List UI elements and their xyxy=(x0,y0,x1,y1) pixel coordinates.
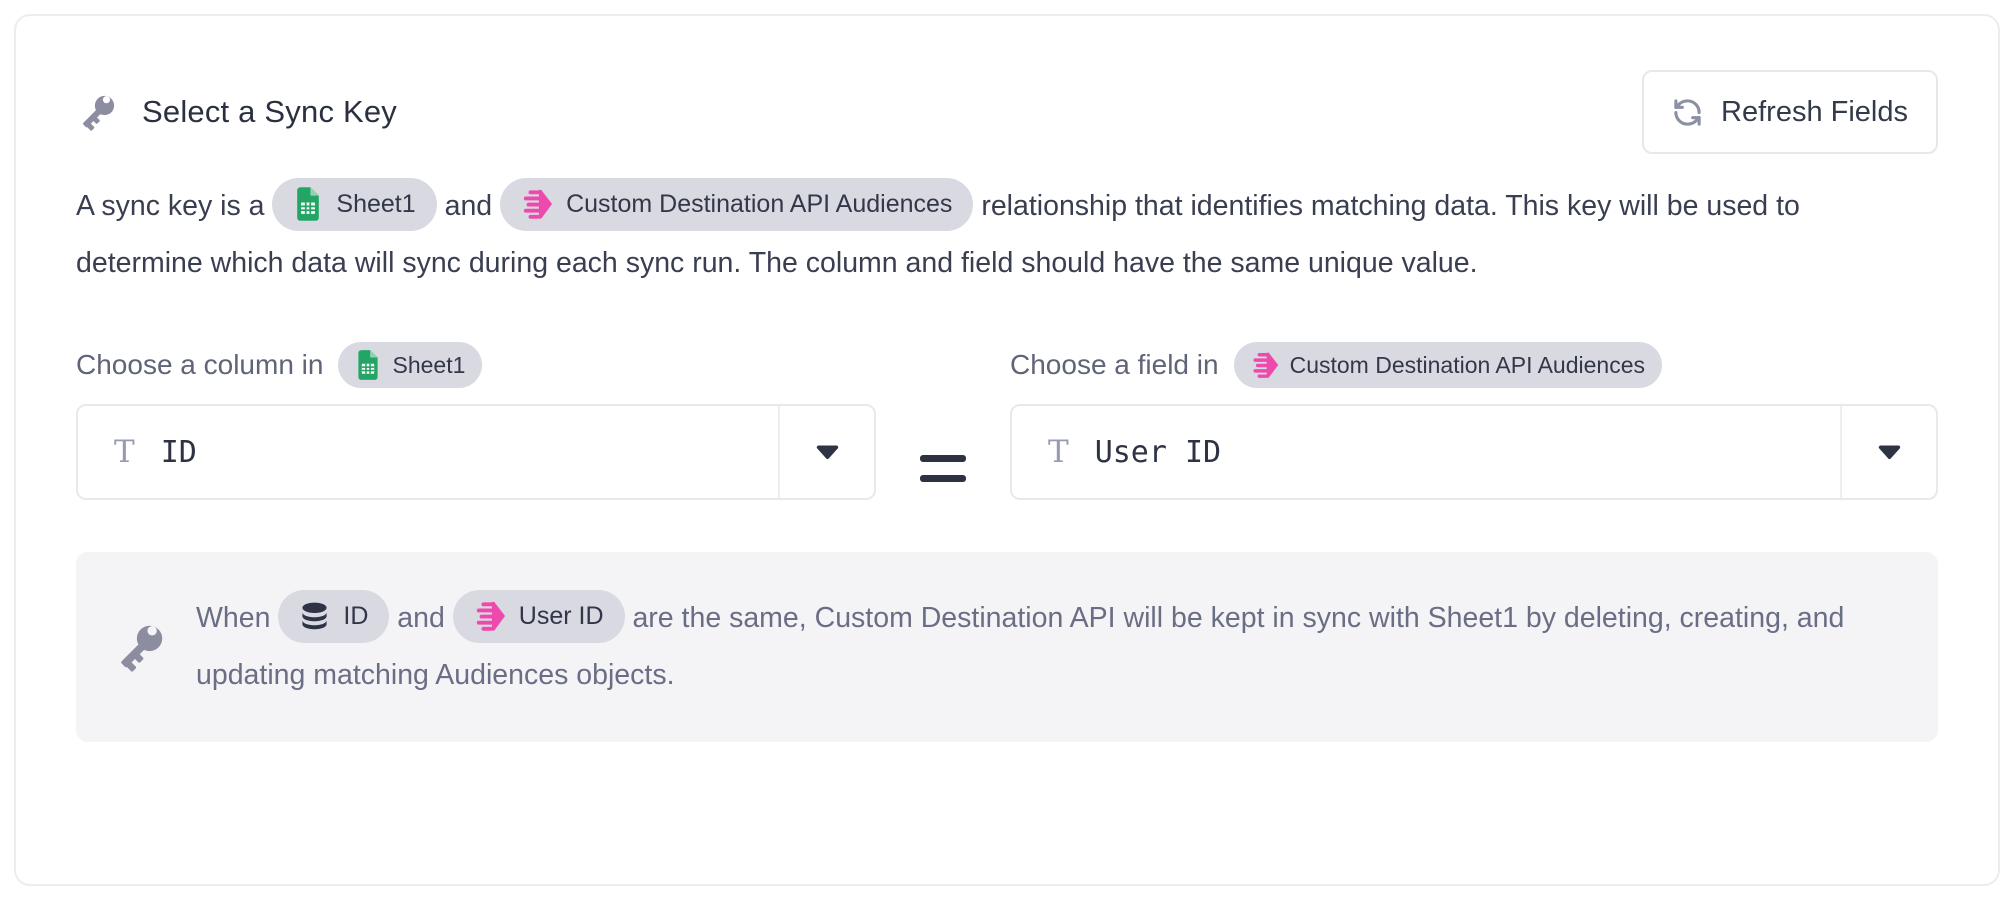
google-sheets-icon xyxy=(293,186,323,222)
chevron-down-icon xyxy=(815,444,840,460)
summary-field-badge-label: User ID xyxy=(519,588,604,645)
column-select-main[interactable]: T ID xyxy=(78,406,778,498)
sync-key-selector-row: Choose a column in Sheet1 T ID xyxy=(76,342,1938,500)
column-select-chevron[interactable] xyxy=(778,406,874,498)
field-destination-badge-label: Custom Destination API Audiences xyxy=(1290,352,1645,379)
summary-part2: and xyxy=(397,602,445,634)
refresh-fields-label: Refresh Fields xyxy=(1721,96,1908,129)
text-type-icon: T xyxy=(114,437,135,468)
description-part2: and xyxy=(445,190,493,222)
column-select[interactable]: T ID xyxy=(76,404,876,500)
field-select-main[interactable]: T User ID xyxy=(1012,406,1840,498)
sync-summary-box: When ID and User ID are the same, Custom… xyxy=(76,552,1938,742)
summary-column-badge: ID xyxy=(278,590,389,643)
sync-summary-text: When ID and User ID are the same, Custom… xyxy=(196,590,1902,704)
card-header: Select a Sync Key Refresh Fields xyxy=(76,70,1938,154)
refresh-icon xyxy=(1672,97,1703,128)
sync-key-description: A sync key is a Sheet1 and Custom Destin… xyxy=(76,178,1932,292)
column-selector-group: Choose a column in Sheet1 T ID xyxy=(76,342,876,500)
source-badge: Sheet1 xyxy=(272,178,436,231)
field-selector-group: Choose a field in Custom Destination API… xyxy=(1010,342,1938,500)
field-select[interactable]: T User ID xyxy=(1010,404,1938,500)
description-part1: A sync key is a xyxy=(76,190,265,222)
title-wrap: Select a Sync Key xyxy=(76,90,397,134)
summary-field-badge: User ID xyxy=(453,590,625,643)
destination-badge-label: Custom Destination API Audiences xyxy=(566,176,952,233)
refresh-fields-button[interactable]: Refresh Fields xyxy=(1642,70,1938,154)
database-icon xyxy=(299,602,330,631)
key-icon xyxy=(112,618,170,676)
column-select-value: ID xyxy=(161,435,197,470)
sync-key-card: Select a Sync Key Refresh Fields A sync … xyxy=(14,14,2000,886)
field-destination-badge: Custom Destination API Audiences xyxy=(1234,342,1662,388)
destination-badge: Custom Destination API Audiences xyxy=(500,178,973,231)
custom-destination-icon xyxy=(474,600,506,632)
summary-column-badge-label: ID xyxy=(343,588,368,645)
key-icon xyxy=(76,90,120,134)
text-type-icon: T xyxy=(1048,437,1069,468)
column-source-badge: Sheet1 xyxy=(338,342,482,388)
google-sheets-icon xyxy=(355,349,381,381)
field-select-value: User ID xyxy=(1095,435,1221,470)
field-label-prefix: Choose a field in xyxy=(1010,349,1219,381)
chevron-down-icon xyxy=(1877,444,1902,460)
custom-destination-icon xyxy=(1251,351,1279,379)
field-selector-label: Choose a field in Custom Destination API… xyxy=(1010,342,1938,388)
equals-separator xyxy=(876,420,1010,516)
page-title: Select a Sync Key xyxy=(142,94,397,130)
column-selector-label: Choose a column in Sheet1 xyxy=(76,342,876,388)
column-label-prefix: Choose a column in xyxy=(76,349,323,381)
source-badge-label: Sheet1 xyxy=(336,176,415,233)
equals-icon xyxy=(920,455,966,482)
column-source-badge-label: Sheet1 xyxy=(392,352,465,379)
custom-destination-icon xyxy=(521,188,553,220)
summary-part1: When xyxy=(196,602,270,634)
field-select-chevron[interactable] xyxy=(1840,406,1936,498)
